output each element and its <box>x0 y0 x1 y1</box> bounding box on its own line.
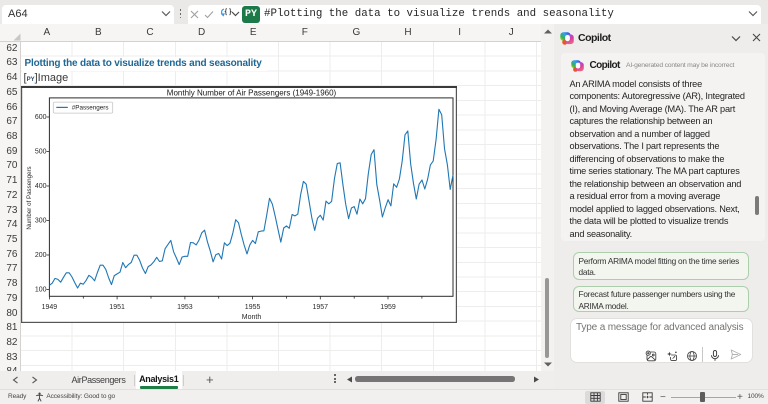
svg-text:400: 400 <box>35 182 47 189</box>
svg-text:Month: Month <box>242 314 262 321</box>
svg-text:Number of Passengers: Number of Passengers <box>26 166 33 229</box>
svg-text:600: 600 <box>35 113 47 120</box>
svg-text:1949: 1949 <box>42 304 58 311</box>
svg-text:200: 200 <box>35 251 47 258</box>
svg-text:1959: 1959 <box>380 304 396 311</box>
svg-text:1955: 1955 <box>245 304 261 311</box>
svg-text:500: 500 <box>35 148 47 155</box>
svg-text:1953: 1953 <box>177 304 193 311</box>
svg-text:1957: 1957 <box>313 304 329 311</box>
svg-text:Monthly Number of Air Passenge: Monthly Number of Air Passengers (1949-1… <box>167 88 337 97</box>
svg-text:#Passengers: #Passengers <box>72 104 109 111</box>
svg-text:100: 100 <box>35 286 47 293</box>
svg-text:1951: 1951 <box>109 304 125 311</box>
svg-text:300: 300 <box>35 217 47 224</box>
